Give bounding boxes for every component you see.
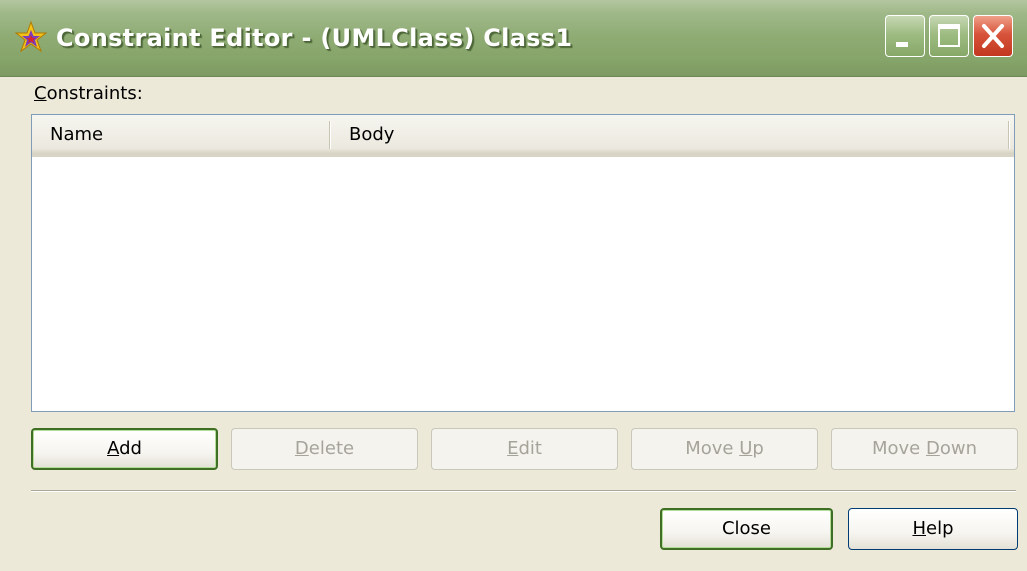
column-header-name[interactable]: Name (50, 115, 103, 154)
move-up-button[interactable]: Move Up (631, 428, 818, 470)
constraint-editor-window: Constraint Editor - (UMLClass) Class1 Co… (0, 0, 1027, 571)
close-button[interactable]: Close (660, 508, 833, 550)
delete-button[interactable]: Delete (231, 428, 418, 470)
add-button[interactable]: Add (31, 428, 218, 470)
constraints-label: Constraints: (34, 83, 143, 104)
minimize-button[interactable] (885, 15, 925, 57)
window-title: Constraint Editor - (UMLClass) Class1 (56, 24, 573, 52)
column-divider-end[interactable] (1008, 121, 1010, 149)
move-down-button[interactable]: Move Down (831, 428, 1018, 470)
help-button[interactable]: Help (848, 508, 1018, 550)
maximize-button[interactable] (929, 15, 969, 57)
minimize-icon (896, 42, 908, 47)
close-icon (982, 24, 1004, 48)
column-divider[interactable] (329, 121, 331, 149)
column-header-body[interactable]: Body (349, 115, 394, 154)
constraints-list[interactable]: Name Body (31, 114, 1015, 412)
close-window-button[interactable] (973, 15, 1013, 57)
list-header: Name Body (32, 115, 1014, 157)
title-bar[interactable]: Constraint Editor - (UMLClass) Class1 (0, 0, 1027, 77)
maximize-icon (938, 24, 960, 47)
window-controls (885, 15, 1013, 59)
edit-button[interactable]: Edit (431, 428, 618, 470)
separator (31, 490, 1016, 492)
star-icon (14, 20, 48, 53)
